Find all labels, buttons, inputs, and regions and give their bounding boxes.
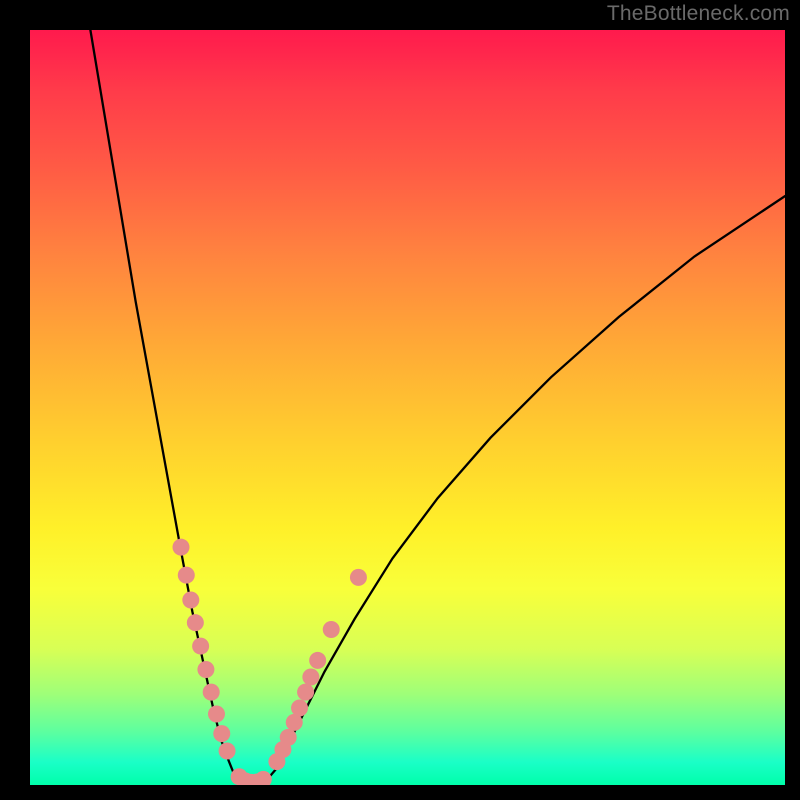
plot-area (30, 30, 785, 785)
marker-dot (178, 567, 195, 584)
marker-dot (255, 771, 272, 785)
chart-frame: TheBottleneck.com (0, 0, 800, 800)
marker-dot (323, 621, 340, 638)
marker-dot (219, 743, 236, 760)
marker-dot (182, 592, 199, 609)
marker-dot (291, 699, 308, 716)
curve-left (90, 30, 238, 781)
marker-dot (192, 638, 209, 655)
curve-right (266, 196, 785, 781)
marker-dot (213, 725, 230, 742)
watermark-text: TheBottleneck.com (607, 2, 790, 26)
marker-dot (187, 614, 204, 631)
marker-dot (309, 652, 326, 669)
bottleneck-curve (30, 30, 785, 785)
marker-dot (350, 569, 367, 586)
marker-dot (197, 661, 214, 678)
marker-dot (203, 684, 220, 701)
marker-dot (173, 539, 190, 556)
marker-dot (280, 729, 297, 746)
sample-markers (173, 539, 367, 785)
marker-dot (208, 706, 225, 723)
marker-dot (302, 669, 319, 686)
marker-dot (297, 684, 314, 701)
